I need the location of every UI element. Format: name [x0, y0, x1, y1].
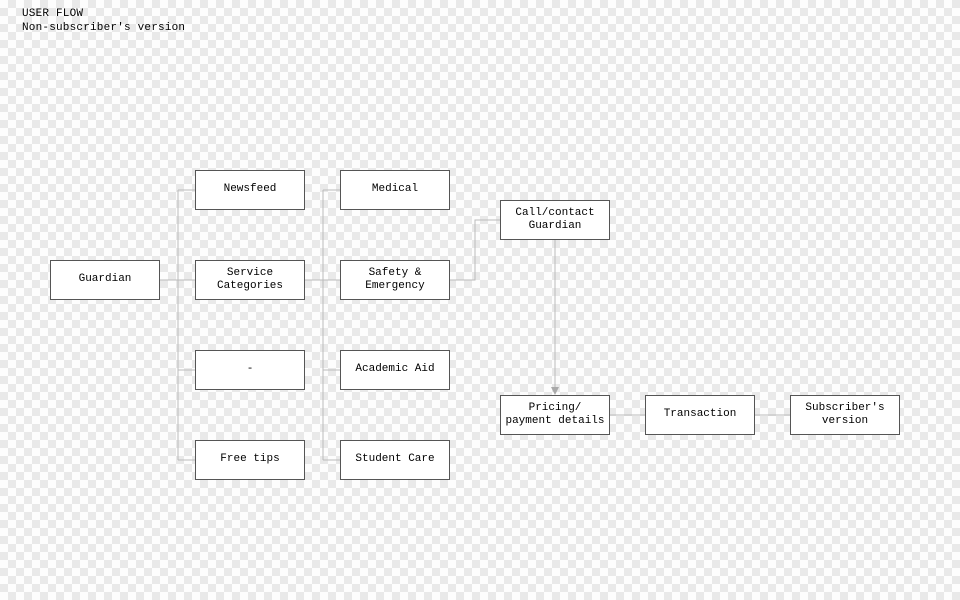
node-pricing-payment: Pricing/ payment details [500, 395, 610, 435]
node-subscribers-version: Subscriber's version [790, 395, 900, 435]
node-guardian: Guardian [50, 260, 160, 300]
title-line-2: Non-subscriber's version [22, 22, 185, 34]
node-newsfeed: Newsfeed [195, 170, 305, 210]
node-placeholder: - [195, 350, 305, 390]
node-transaction: Transaction [645, 395, 755, 435]
node-medical: Medical [340, 170, 450, 210]
title-line-1: USER FLOW [22, 8, 83, 20]
node-call-contact-guardian: Call/contact Guardian [500, 200, 610, 240]
node-academic-aid: Academic Aid [340, 350, 450, 390]
diagram-title: USER FLOW Non-subscriber's version [22, 8, 185, 36]
node-free-tips: Free tips [195, 440, 305, 480]
node-student-care: Student Care [340, 440, 450, 480]
connector-lines [0, 0, 960, 600]
node-safety-emergency: Safety & Emergency [340, 260, 450, 300]
node-service-categories: Service Categories [195, 260, 305, 300]
